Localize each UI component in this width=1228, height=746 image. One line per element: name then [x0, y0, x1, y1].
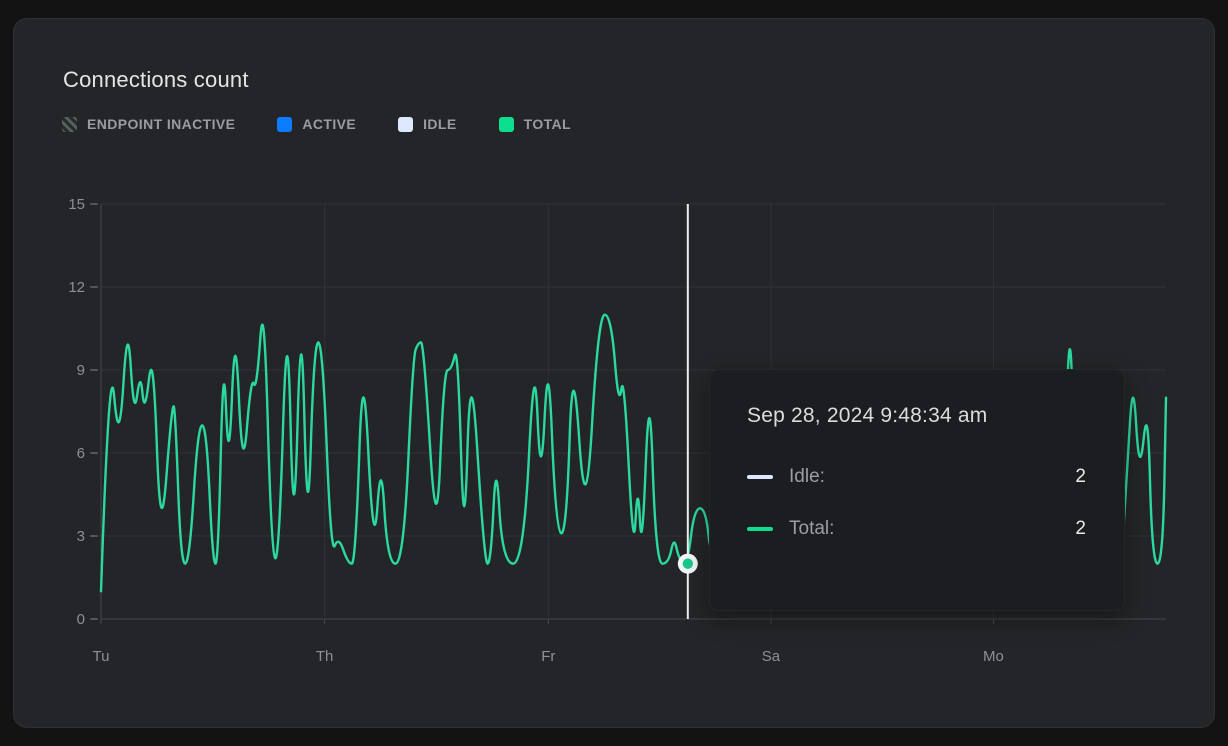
hover-marker-dot: [683, 558, 693, 568]
legend-item-active[interactable]: ACTIVE: [277, 116, 356, 132]
active-swatch-icon: [277, 117, 292, 132]
chart-tooltip: Sep 28, 2024 9:48:34 am Idle: 2 Total: 2: [709, 369, 1125, 611]
total-line-icon: [747, 527, 773, 531]
legend-label: ENDPOINT INACTIVE: [87, 116, 235, 132]
y-axis-label: 12: [68, 279, 85, 296]
legend-item-endpoint-inactive[interactable]: ENDPOINT INACTIVE: [62, 116, 235, 132]
page-title: Connections count: [63, 67, 249, 93]
tooltip-label: Idle:: [789, 466, 1075, 488]
y-axis-label: 3: [77, 528, 85, 545]
total-swatch-icon: [499, 117, 514, 132]
y-tick-mark: [90, 286, 98, 288]
y-tick-mark: [90, 369, 98, 371]
y-axis-label: 6: [77, 445, 85, 462]
idle-swatch-icon: [398, 117, 413, 132]
y-tick-mark: [90, 203, 98, 205]
tooltip-value: 2: [1075, 518, 1086, 540]
tooltip-label: Total:: [789, 518, 1075, 540]
tooltip-timestamp: Sep 28, 2024 9:48:34 am: [747, 404, 1086, 428]
connections-count-card: Connections count ENDPOINT INACTIVE ACTI…: [13, 18, 1215, 728]
legend-label: ACTIVE: [302, 116, 356, 132]
legend-item-total[interactable]: TOTAL: [499, 116, 571, 132]
idle-line-icon: [747, 475, 773, 479]
y-axis-label: 0: [77, 611, 85, 628]
y-tick-mark: [90, 452, 98, 454]
tooltip-row-total: Total: 2: [747, 518, 1086, 540]
y-axis-label: 9: [77, 362, 85, 379]
legend-item-idle[interactable]: IDLE: [398, 116, 457, 132]
x-axis-label: Mo: [983, 648, 1004, 665]
y-tick-mark: [90, 618, 98, 620]
tooltip-value: 2: [1075, 466, 1086, 488]
x-axis-label: Tu: [93, 648, 110, 665]
y-axis-label: 15: [68, 196, 85, 213]
chart-legend: ENDPOINT INACTIVE ACTIVE IDLE TOTAL: [62, 116, 571, 132]
y-tick-mark: [90, 535, 98, 537]
legend-label: IDLE: [423, 116, 457, 132]
x-axis-label: Th: [316, 648, 334, 665]
endpoint-inactive-swatch-icon: [62, 117, 77, 132]
x-axis-label: Sa: [762, 648, 780, 665]
x-axis-label: Fr: [541, 648, 555, 665]
tooltip-row-idle: Idle: 2: [747, 466, 1086, 488]
legend-label: TOTAL: [524, 116, 571, 132]
